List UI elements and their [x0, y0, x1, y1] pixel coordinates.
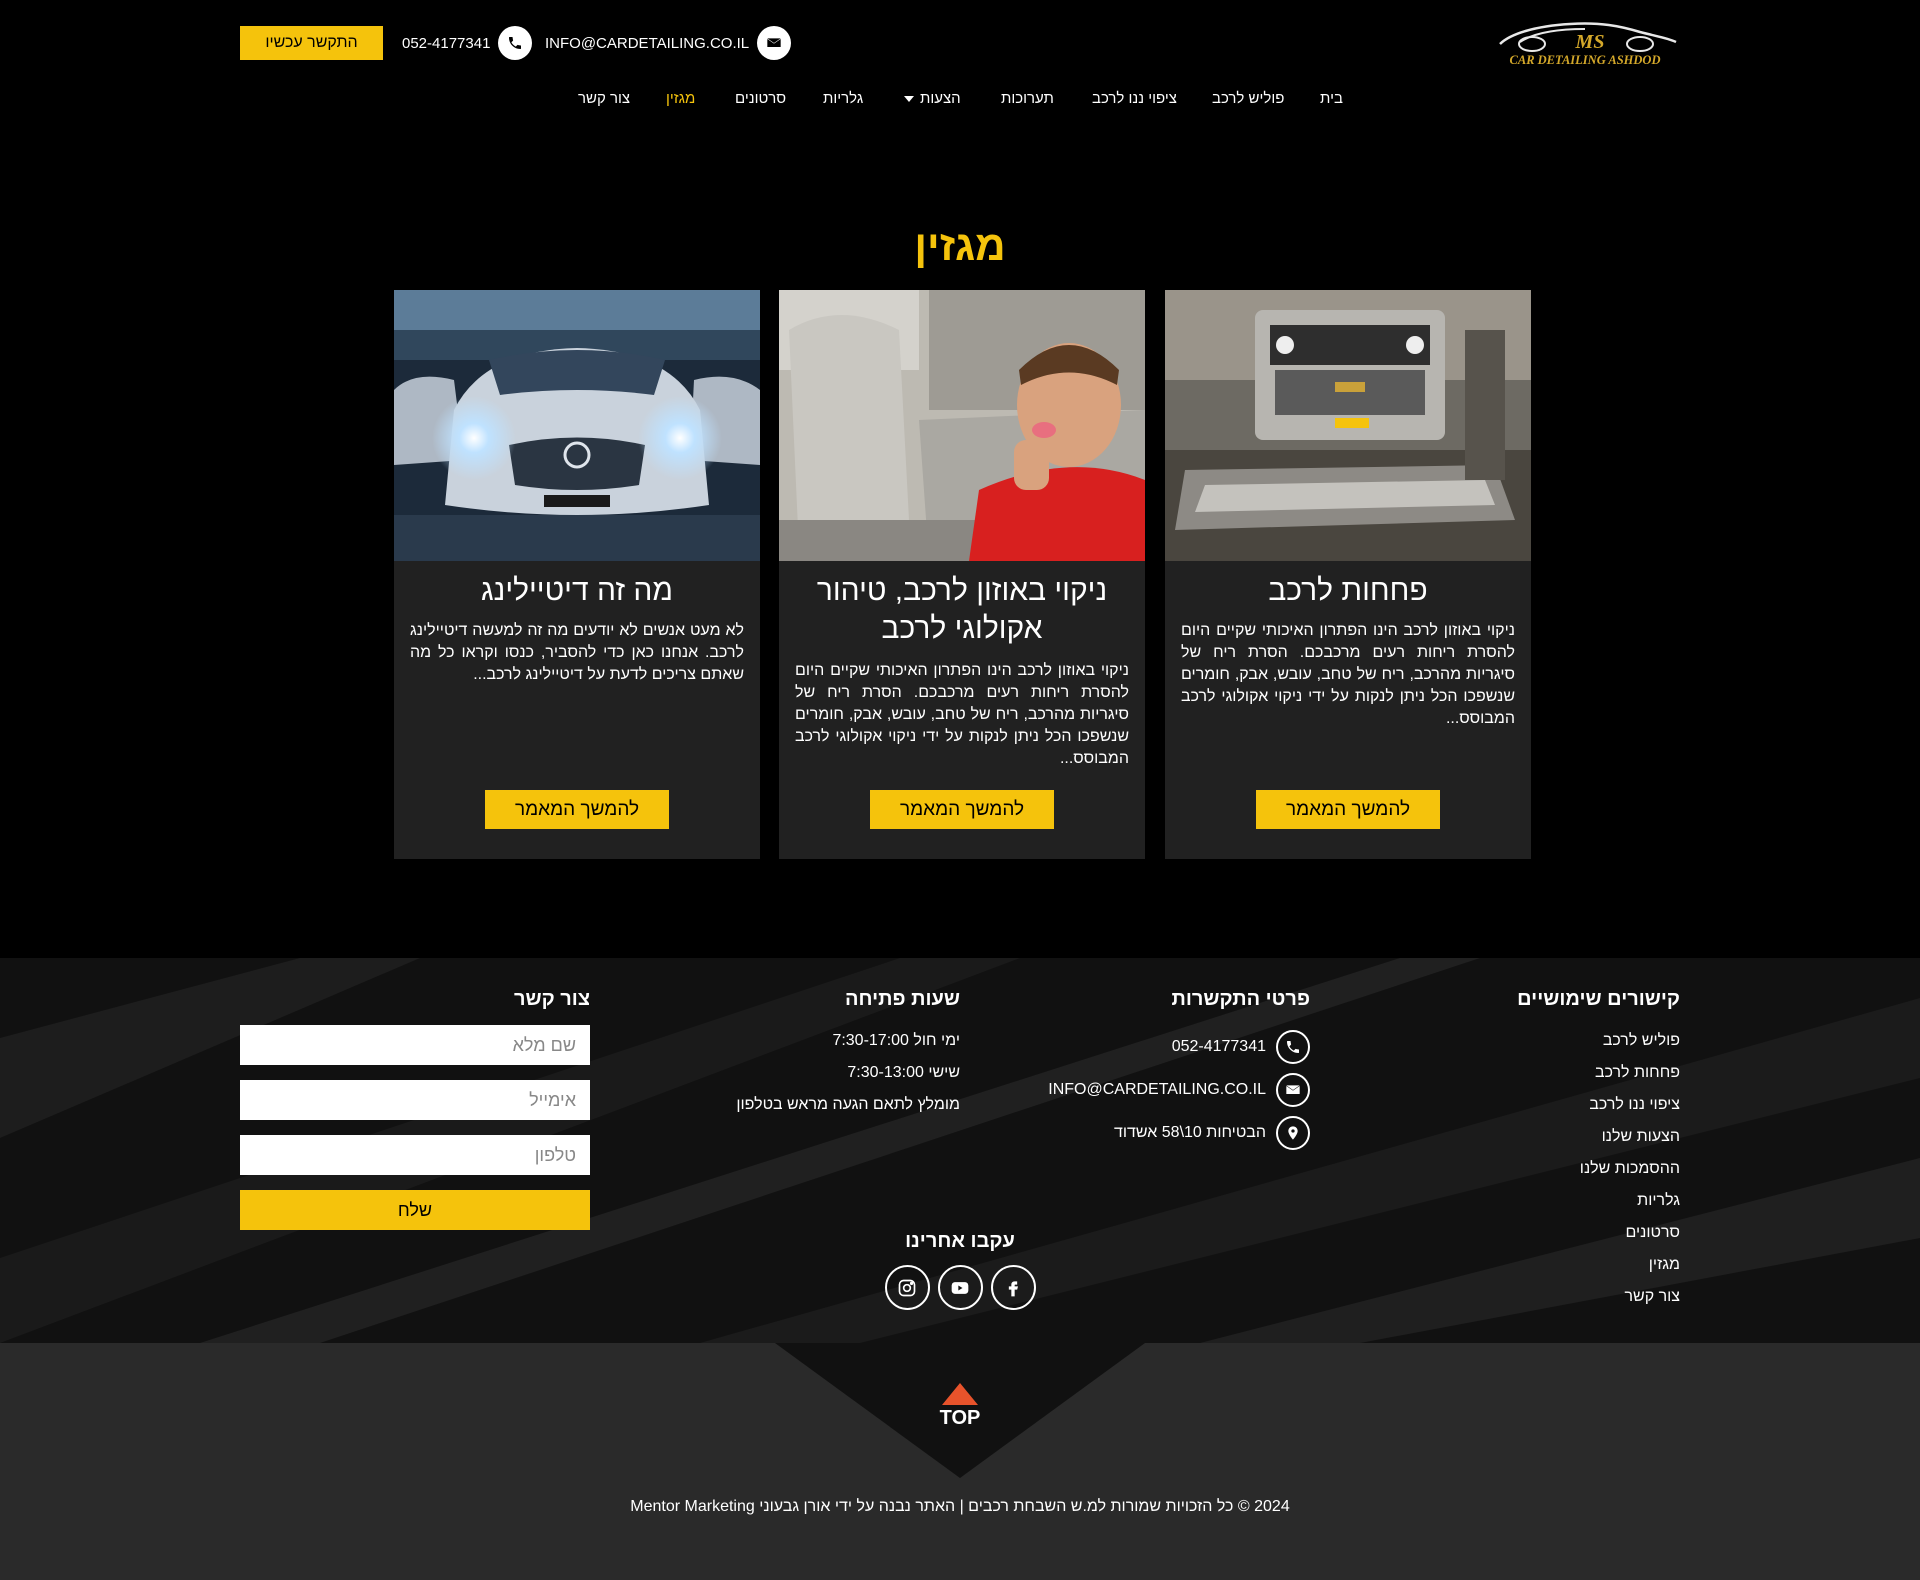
footer-link-nano[interactable]: ציפוי ננו לרכב — [1440, 1089, 1680, 1121]
header-phone-text[interactable]: 052-4177341 — [402, 35, 490, 52]
footer-links-column: קישורים שימושיים פוליש לרכב פחחות לרכב צ… — [1440, 988, 1680, 1313]
nav-item-offers[interactable]: הצעות — [904, 90, 961, 107]
phone-icon — [1276, 1029, 1310, 1064]
footer-contact-column: פרטי התקשרות 052-4177341 INFO@CARDETAILI… — [1010, 988, 1310, 1154]
chevron-down-icon — [904, 96, 914, 103]
article-excerpt: לא מעט אנשים לא יודעים מה זה למעשה דיטיי… — [410, 622, 744, 683]
footer-link-magazine[interactable]: מגזין — [1440, 1249, 1680, 1281]
nav-item-home[interactable]: בית — [1320, 90, 1343, 107]
article-excerpt: ניקוי באוזון לרכב הינו הפתרון האיכותי שק… — [795, 662, 1129, 767]
footer-contact-heading: פרטי התקשרות — [1171, 988, 1310, 1010]
footer-link-bodywork[interactable]: פחחות לרכב — [1440, 1057, 1680, 1089]
footer-form-heading: צור קשר — [514, 988, 590, 1010]
article-card[interactable]: מה זה דיטיילינג לא מעט אנשים לא יודעים מ… — [394, 290, 760, 859]
social-section: עקבו אחרינו — [860, 1230, 1060, 1310]
footer-link-videos[interactable]: סרטונים — [1440, 1217, 1680, 1249]
article-card[interactable]: ניקוי באוזון לרכב, טיהור אקולוגי לרכב ני… — [779, 290, 1145, 859]
nav-item-magazine[interactable]: מגזין — [666, 90, 695, 107]
arrow-up-icon — [942, 1383, 978, 1405]
header-phone[interactable]: 052-4177341 — [402, 26, 533, 60]
nav-item-offers-label: הצעות — [920, 90, 961, 107]
social-icons — [860, 1265, 1060, 1310]
article-image-mercedes[interactable] — [394, 290, 760, 561]
nav-item-nano-coating[interactable]: ציפוי ננו לרכב — [1092, 90, 1177, 107]
social-heading: עקבו אחרינו — [905, 1230, 1015, 1252]
instagram-icon[interactable] — [884, 1265, 930, 1310]
footer-phone-row[interactable]: 052-4177341 — [1010, 1025, 1310, 1068]
footer-hours-column: שעות פתיחה ימי חול 7:30-17:00 שישי 7:30-… — [700, 988, 960, 1121]
hours-friday: שישי 7:30-13:00 — [847, 1064, 960, 1081]
header-email[interactable]: INFO@CARDETAILING.CO.IL — [545, 26, 792, 60]
article-title[interactable]: פחחות לרכב — [1185, 572, 1511, 610]
facebook-icon[interactable] — [990, 1265, 1036, 1310]
top-label: TOP — [939, 1407, 981, 1429]
read-more-button[interactable]: להמשך המאמר — [870, 790, 1054, 829]
nav-item-galleries[interactable]: גלריות — [823, 90, 863, 107]
back-to-top-button[interactable]: TOP — [920, 1383, 1000, 1438]
footer-link-contact[interactable]: צור קשר — [1440, 1281, 1680, 1313]
nav-item-exhibitions[interactable]: תערוכות — [1001, 90, 1054, 107]
footer-hours-heading: שעות פתיחה — [845, 988, 960, 1010]
article-card[interactable]: פחחות לרכב ניקוי באוזון לרכב הינו הפתרון… — [1165, 290, 1531, 859]
phone-icon — [498, 26, 533, 60]
article-image-child[interactable] — [779, 290, 1145, 561]
read-more-button[interactable]: להמשך המאמר — [485, 790, 669, 829]
envelope-icon — [757, 26, 792, 60]
nav-item-polish[interactable]: פוליש לרכב — [1212, 90, 1284, 107]
envelope-icon — [1276, 1072, 1310, 1107]
main-nav: בית פוליש לרכב ציפוי ננו לרכב תערוכות הצ… — [0, 90, 1920, 114]
phone-field[interactable] — [240, 1135, 590, 1175]
email-field[interactable] — [240, 1080, 590, 1120]
hours-note: מומלץ לתאם הגעה מראש בטלפון — [736, 1096, 960, 1113]
footer-link-certifications[interactable]: ההסמכות שלנו — [1440, 1153, 1680, 1185]
footer-phone-text[interactable]: 052-4177341 — [1172, 1038, 1266, 1056]
footer-link-polish[interactable]: פוליש לרכב — [1440, 1025, 1680, 1057]
nav-item-videos[interactable]: סרטונים — [735, 90, 786, 107]
submit-button[interactable]: שלח — [240, 1190, 590, 1230]
footer-email-text[interactable]: INFO@CARDETAILING.CO.IL — [1048, 1081, 1266, 1099]
read-more-button[interactable]: להמשך המאמר — [1256, 790, 1440, 829]
site-logo[interactable]: MS CAR DETAILING ASHDOD — [1490, 18, 1680, 68]
nav-item-contact[interactable]: צור קשר — [578, 90, 630, 107]
page-title: מגזין — [914, 222, 1006, 269]
footer-link-offers[interactable]: הצעות שלנו — [1440, 1121, 1680, 1153]
header-email-text[interactable]: INFO@CARDETAILING.CO.IL — [545, 35, 749, 52]
footer-link-galleries[interactable]: גלריות — [1440, 1185, 1680, 1217]
logo-text: MS — [1575, 31, 1605, 53]
site-header: התקשר עכשיו 052-4177341 INFO@CARDETAILIN… — [0, 0, 1920, 150]
article-excerpt: ניקוי באוזון לרכב הינו הפתרון האיכותי שק… — [1181, 622, 1515, 727]
hours-weekdays: ימי חול 7:30-17:00 — [832, 1032, 960, 1049]
map-pin-icon — [1276, 1115, 1310, 1150]
copyright-text: 2024 © כל הזכויות שמורות למ.ש השבחת רכבי… — [630, 1498, 1290, 1515]
article-title[interactable]: מה זה דיטיילינג — [414, 572, 740, 610]
footer-bottom-bar: TOP 2024 © כל הזכויות שמורות למ.ש השבחת … — [0, 1343, 1920, 1580]
logo-subtext: CAR DETAILING ASHDOD — [1510, 53, 1661, 67]
call-now-button[interactable]: התקשר עכשיו — [240, 26, 383, 60]
footer-address-text: הבטיחות 10\58 אשדוד — [1114, 1123, 1266, 1141]
footer-email-row[interactable]: INFO@CARDETAILING.CO.IL — [1010, 1068, 1310, 1111]
footer-address-row: הבטיחות 10\58 אשדוד — [1010, 1111, 1310, 1154]
footer-links-heading: קישורים שימושיים — [1517, 988, 1680, 1010]
youtube-icon[interactable] — [937, 1265, 983, 1310]
footer-contact-form: צור קשר שלח — [240, 988, 590, 1230]
article-image-truck[interactable] — [1165, 290, 1531, 561]
article-title[interactable]: ניקוי באוזון לרכב, טיהור אקולוגי לרכב — [799, 572, 1125, 648]
site-footer: קישורים שימושיים פוליש לרכב פחחות לרכב צ… — [0, 958, 1920, 1343]
full-name-field[interactable] — [240, 1025, 590, 1065]
